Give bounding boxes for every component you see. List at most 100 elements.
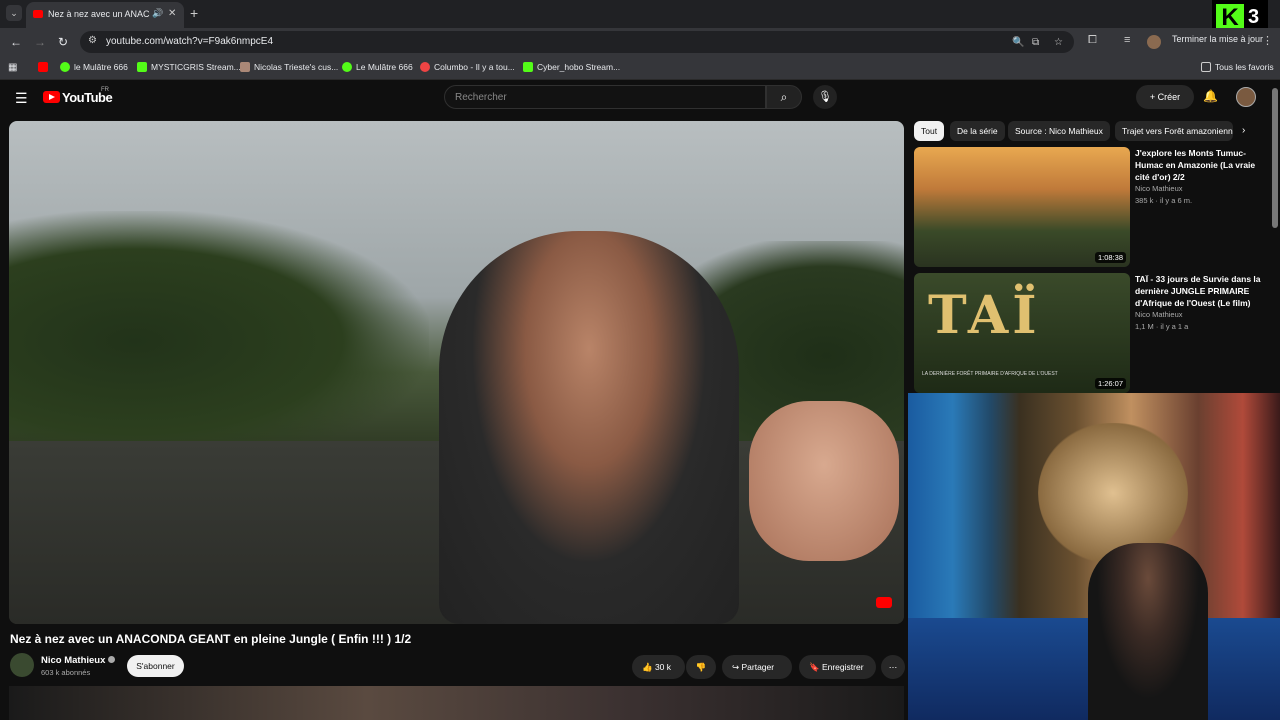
bookmark-favicon-icon [420,62,430,72]
browser-tab-strip: ⌄ Nez à nez avec un ANACONDA GEANT en pl… [0,0,1280,28]
video-frame-content [749,401,899,561]
youtube-header: ☰ YouTube FR Rechercher ⌕ 🎙 + Créer 🔔 [0,80,1280,116]
hamburger-menu-icon[interactable]: ☰ [15,90,28,107]
bookmark-item[interactable]: Nicolas Trieste's cus... [240,62,338,72]
bookmarks-bar: ▦ le Mulâtre 666 MYSTICGRIS Stream... Ni… [0,56,1280,80]
kick-icon [137,62,147,72]
rumble-icon [342,62,352,72]
bookmark-youtube[interactable] [38,62,52,72]
video-title: Nez à nez avec un ANACONDA GEANT en plei… [10,632,412,646]
bookmark-item[interactable]: MYSTICGRIS Stream... [137,62,241,72]
region-code: FR [101,87,109,93]
subscribe-button[interactable]: S'abonner [127,655,184,677]
youtube-icon [38,62,48,72]
youtube-watermark-icon [876,597,892,608]
search-icon: ⌕ [780,90,788,104]
address-bar[interactable]: ⚙ youtube.com/watch?v=F9ak6nmpcE4 🔍 ⧉ ☆ [80,31,1074,53]
webcam-content [1088,543,1208,720]
notifications-bell-icon[interactable]: 🔔 [1203,89,1218,103]
tab-title: Nez à nez avec un ANACONDA GEANT en plei… [48,9,150,19]
description-preview [9,686,904,720]
back-arrow-icon[interactable]: ← [10,35,22,49]
webcam-content [1038,423,1188,563]
channel-name[interactable]: Nico Mathieux [41,655,116,666]
more-actions-button[interactable]: ⋯ [881,655,905,679]
subscriber-count: 603 k abonnés [41,668,91,677]
video-frame-content [9,211,429,471]
close-tab-icon[interactable]: ✕ [168,8,176,19]
badge-number: 3 [1248,6,1260,28]
bookmark-item[interactable]: Cyber_hobo Stream... [523,62,620,72]
bookmark-icon: 🔖 [809,662,822,672]
recommended-title[interactable]: J'explore les Monts Tumuc-Humac en Amazo… [1135,147,1265,183]
speaker-icon[interactable]: 🔊 [152,8,163,19]
browser-toolbar: ← → ↻ ⚙ youtube.com/watch?v=F9ak6nmpcE4 … [0,28,1280,56]
bookmark-favicon-icon [240,62,250,72]
zoom-icon[interactable]: 🔍 [1012,37,1024,48]
recommended-meta: 385 k · il y a 6 m. [1135,196,1193,205]
recommended-meta: 1,1 M · il y a 1 a [1135,322,1189,331]
reading-list-icon[interactable]: ≡ [1124,34,1130,46]
site-info-icon[interactable]: ⚙ [88,35,97,46]
bookmark-item[interactable]: le Mulâtre 666 [60,62,128,72]
recommended-channel[interactable]: Nico Mathieux [1135,310,1183,319]
chip-source[interactable]: Source : Nico Mathieux [1008,121,1110,141]
profile-avatar[interactable] [1147,35,1161,49]
share-button[interactable]: ↪ Partager [722,655,792,679]
search-button[interactable]: ⌕ [766,85,802,109]
new-tab-button[interactable]: + [190,5,198,21]
youtube-favicon-icon [33,10,43,18]
microphone-icon: 🎙 [818,91,832,103]
kick-icon [523,62,533,72]
chip-series[interactable]: De la série [950,121,1005,141]
rumble-icon [60,62,70,72]
all-bookmarks[interactable]: Tous les favoris [1201,62,1274,72]
reload-icon[interactable]: ↻ [58,35,68,49]
recommended-video[interactable]: 1:08:38 J'explore les Monts Tumuc-Humac … [914,147,1270,267]
recommended-title[interactable]: TAÏ - 33 jours de Survie dans la dernièr… [1135,273,1265,309]
search-input[interactable]: Rechercher [444,85,766,109]
webcam-overlay [908,393,1280,720]
browser-menu-icon[interactable]: ⋮ [1262,34,1273,47]
bookmark-star-icon[interactable]: ☆ [1054,37,1063,48]
video-player[interactable] [9,121,904,624]
folder-icon [1201,62,1211,72]
video-thumbnail[interactable]: TAÏ LA DERNIÈRE FORÊT PRIMAIRE D'AFRIQUE… [914,273,1130,393]
dislike-button[interactable]: 👎 [686,655,716,679]
thumbs-down-icon: 👎 [695,662,707,672]
thumbnail-title-text: TAÏ [928,285,1041,346]
video-duration: 1:08:38 [1094,252,1126,263]
video-frame-content [439,231,739,624]
like-button[interactable]: 👍 30 k [632,655,685,679]
browser-tab[interactable]: Nez à nez avec un ANACONDA GEANT en plei… [26,2,184,28]
apps-grid-icon[interactable]: ▦ [8,62,17,73]
verified-icon [108,656,116,663]
url-text[interactable]: youtube.com/watch?v=F9ak6nmpcE4 [106,36,273,47]
install-icon[interactable]: ⧉ [1032,37,1039,48]
chip-trip[interactable]: Trajet vers Forêt amazonienne [1115,121,1233,141]
tab-search-button[interactable]: ⌄ [6,5,22,21]
create-button[interactable]: + Créer [1136,85,1194,109]
chevron-right-icon[interactable]: › [1242,125,1245,136]
bookmark-item[interactable]: Le Mulâtre 666 [342,62,413,72]
thumbs-up-icon: 👍 [642,662,655,672]
account-avatar[interactable] [1236,87,1256,107]
thumbnail-subtitle-text: LA DERNIÈRE FORÊT PRIMAIRE D'AFRIQUE DE … [922,371,1058,377]
chip-all[interactable]: Tout [914,121,945,141]
update-button[interactable]: Terminer la mise à jour [1172,34,1263,44]
youtube-play-icon [43,91,60,103]
voice-search-button[interactable]: 🎙 [813,85,837,109]
video-duration: 1:26:07 [1094,378,1126,389]
recommended-channel[interactable]: Nico Mathieux [1135,184,1183,193]
forward-arrow-icon[interactable]: → [34,35,46,49]
save-button[interactable]: 🔖 Enregistrer [799,655,876,679]
video-thumbnail[interactable]: 1:08:38 [914,147,1130,267]
related-chips: Tout De la série Source : Nico Mathieux … [914,121,1254,141]
channel-avatar[interactable] [10,653,34,677]
page-scrollbar[interactable] [1272,88,1278,228]
recommended-video[interactable]: TAÏ LA DERNIÈRE FORÊT PRIMAIRE D'AFRIQUE… [914,273,1270,393]
more-icon: ⋯ [888,662,898,672]
extensions-icon[interactable]: ⧠ [1088,34,1097,47]
bookmark-item[interactable]: Columbo - Il y a tou... [420,62,515,72]
search-placeholder: Rechercher [455,92,507,103]
